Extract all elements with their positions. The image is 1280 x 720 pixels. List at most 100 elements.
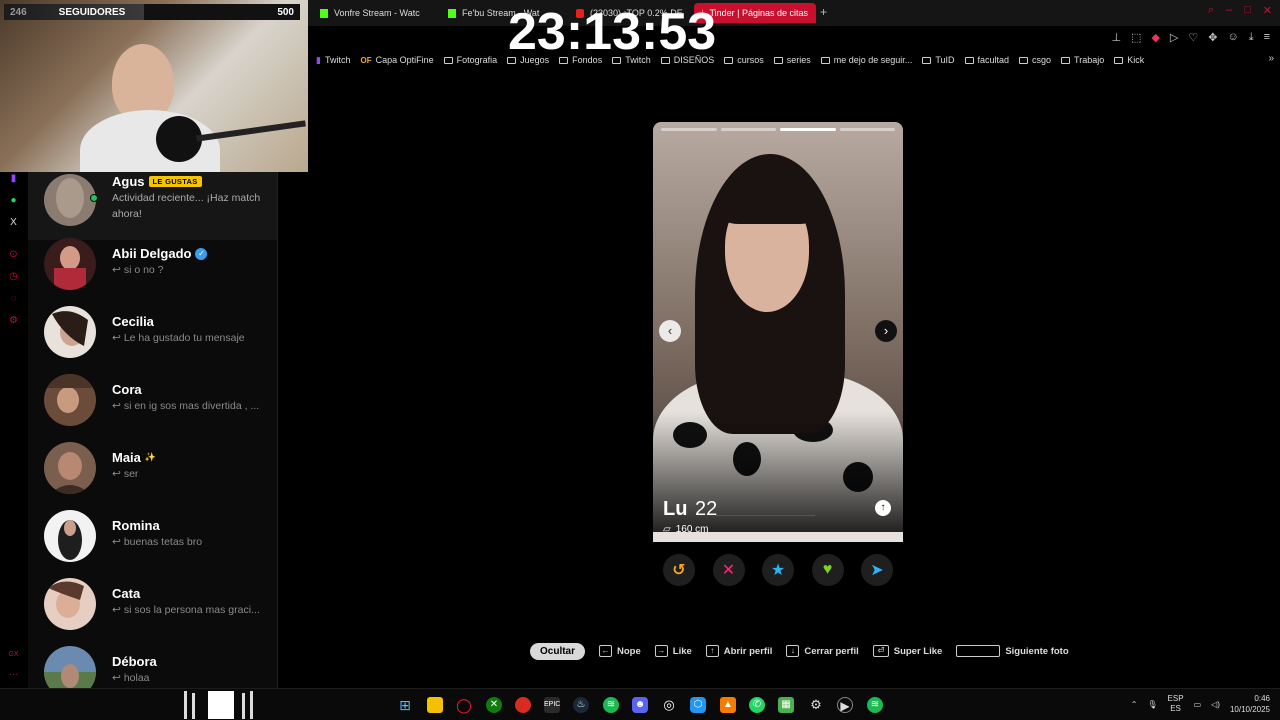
app-gear-icon[interactable]: ⚙ [808, 697, 824, 713]
follower-goal-bar: 246 SEGUIDORES 500 [4, 4, 300, 20]
list-item[interactable]: Cora ↩ si en ig sos mas divertida , ... [28, 366, 277, 434]
clock-time: 0:46 [1254, 694, 1270, 703]
photo-progress-segment[interactable] [661, 128, 717, 131]
twitch-icon[interactable]: ▮ [7, 172, 20, 185]
nope-button[interactable]: ✕ [712, 554, 745, 586]
chat-icon[interactable]: ◌ [7, 292, 20, 305]
system-clock[interactable]: 0:46 10/10/2025 [1230, 693, 1270, 715]
list-item[interactable]: Maia ✨ ↩ ser [28, 434, 277, 502]
circle-play-icon[interactable]: ⊙ [7, 248, 20, 261]
heart-icon[interactable]: ♡ [1188, 31, 1198, 44]
folder-icon [1019, 56, 1029, 64]
profile-name-text: Lu [663, 498, 688, 520]
list-item[interactable]: Cecilia ↩ Le ha gustado tu mensaje [28, 298, 277, 366]
system-tray: ⌃ 🎙 ESP ES ▭ ◁) 0:46 10/10/2025 [1131, 693, 1270, 715]
avatar [44, 238, 96, 290]
epic-games-icon[interactable]: EPIC [544, 697, 560, 713]
bookmark-cursos[interactable]: cursos [724, 55, 764, 65]
reply-icon: ↩ [112, 332, 121, 344]
list-item[interactable]: Cata ↩ si sos la persona mas graci... [28, 570, 277, 638]
xbox-icon[interactable]: ✕ [486, 697, 502, 713]
heart-icon: ♥ [822, 561, 833, 578]
pin-icon[interactable]: ⊥ [1111, 31, 1121, 44]
profile-photo[interactable] [653, 122, 903, 542]
photo-progress-segment[interactable] [839, 128, 895, 131]
open-profile-button[interactable]: ↑ [875, 500, 891, 516]
list-item[interactable]: Romina ↩ buenas tetas bro [28, 502, 277, 570]
previous-photo-button[interactable]: ‹ [659, 320, 681, 342]
app-red-icon[interactable] [515, 697, 531, 713]
profile-card[interactable]: ‹ › Lu 22 ↑ ▱ 160 cm ↺ ✕ ★ ♥ ➤ [653, 122, 903, 592]
avatar [44, 646, 96, 688]
obs-icon[interactable]: ◎ [661, 697, 677, 713]
more-icon[interactable]: ··· [7, 668, 20, 681]
extensions-icon[interactable]: ✥ [1208, 31, 1217, 44]
pocket-icon[interactable]: ◆ [1151, 31, 1159, 44]
shortcut-close-profile: ↓ Cerrar perfil [786, 645, 859, 657]
account-icon[interactable]: ☺ [1227, 31, 1238, 44]
whatsapp-icon[interactable]: ● [7, 194, 20, 207]
boost-button[interactable]: ➤ [861, 554, 893, 586]
bookmark-kick[interactable]: Kick [1114, 55, 1144, 65]
hide-shortcuts-button[interactable]: Ocultar [530, 642, 586, 660]
clock-date: 10/10/2025 [1229, 705, 1270, 714]
new-tab-button[interactable]: + [820, 5, 827, 19]
photo-progress-segment[interactable] [720, 128, 776, 131]
avatar-image [44, 306, 96, 358]
file-explorer-icon[interactable] [427, 697, 443, 713]
super-like-button[interactable]: ★ [762, 554, 794, 586]
mic-arm [196, 120, 306, 142]
avatar-image [44, 646, 96, 688]
list-item[interactable]: Débora ↩ holaa [28, 638, 277, 688]
spotify-icon[interactable]: ≋ [603, 697, 619, 713]
rewind-button[interactable]: ↺ [663, 554, 695, 586]
minecraft-icon[interactable]: ▦ [778, 697, 794, 713]
network-icon[interactable]: ▭ [1194, 700, 1202, 709]
settings-icon[interactable]: ⚙ [7, 314, 20, 327]
tray-chevron-icon[interactable]: ⌃ [1131, 700, 1138, 709]
download-icon[interactable]: ⤓ [1249, 31, 1254, 44]
windows-start-icon[interactable]: ⊞ [397, 697, 413, 713]
search-icon[interactable]: ⌕ [1208, 4, 1214, 17]
minimize-icon[interactable]: – [1226, 4, 1232, 17]
bookmark-me-dejo[interactable]: me dejo de seguir... [820, 55, 913, 65]
media-player-icon[interactable]: ▶ [837, 697, 853, 713]
battlenet-icon[interactable]: ⬡ [690, 697, 706, 713]
microphone-icon[interactable]: 🎙 [1147, 700, 1157, 709]
x-icon[interactable]: X [7, 216, 20, 229]
bookmark-label: me dejo de seguir... [833, 55, 913, 65]
whatsapp-taskbar-icon[interactable]: ✆ [749, 697, 765, 713]
bookmark-csgo[interactable]: csgo [1019, 55, 1051, 65]
reply-icon: ↩ [112, 468, 121, 480]
photo-progress-segment[interactable] [780, 128, 836, 131]
language-indicator[interactable]: ESP ES [1168, 694, 1184, 714]
gx-icon[interactable]: GX [7, 648, 20, 661]
maximize-icon[interactable]: □ [1244, 4, 1251, 17]
volume-icon[interactable]: ◁) [1211, 700, 1220, 709]
tab-vonfre[interactable]: Vonfre Stream - Watc [312, 3, 436, 23]
steam-icon[interactable]: ♨ [573, 697, 589, 713]
list-item[interactable]: Abii Delgado ✓ ↩ si o no ? [28, 230, 277, 298]
bookmark-twitch[interactable]: ▮ Twitch [316, 55, 350, 66]
spotify-2-icon[interactable]: ≋ [867, 697, 883, 713]
chat-preview-text: ser [123, 468, 139, 480]
play-icon[interactable]: ▷ [1170, 31, 1178, 44]
bookmark-trabajo[interactable]: Trabajo [1061, 55, 1104, 65]
bookmark-tuid[interactable]: TuID [922, 55, 955, 65]
bookmarks-overflow-button[interactable]: » [1268, 53, 1274, 64]
history-icon[interactable]: ◷ [7, 270, 20, 283]
next-photo-button[interactable]: › [875, 320, 897, 342]
webcam-overlay: 246 SEGUIDORES 500 [0, 0, 308, 172]
bookmark-fotografia[interactable]: Fotografia [443, 55, 497, 65]
toolbar-icons: ⊥ ⬚ ◆ ▷ ♡ ✥ ☺ ⤓ ≡ [1111, 31, 1270, 44]
opera-gx-icon[interactable]: ◯ [456, 697, 472, 713]
close-icon[interactable]: ✕ [1263, 4, 1272, 17]
discord-icon[interactable]: ☻ [632, 697, 648, 713]
bookmark-optifine[interactable]: OF Capa OptiFine [360, 55, 433, 65]
bookmark-series[interactable]: series [773, 55, 811, 65]
app-orange-icon[interactable]: ▲ [720, 697, 736, 713]
bookmark-facultad[interactable]: facultad [964, 55, 1009, 65]
screenshot-icon[interactable]: ⬚ [1131, 31, 1141, 44]
menu-icon[interactable]: ≡ [1264, 31, 1270, 44]
like-button[interactable]: ♥ [811, 554, 844, 586]
